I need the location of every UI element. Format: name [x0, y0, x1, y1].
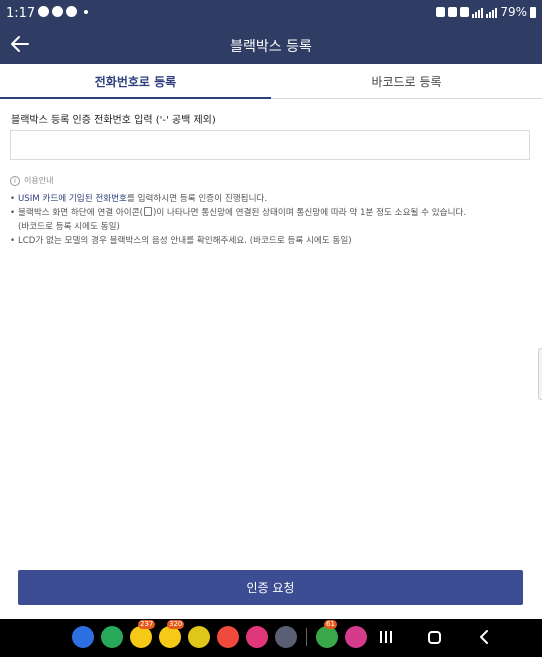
edge-panel-handle[interactable] — [538, 348, 542, 400]
phone-icon[interactable] — [101, 626, 123, 648]
flower-icon[interactable] — [246, 626, 268, 648]
notice-text: 를 입력하시면 등록 인증이 진행됩니다. — [126, 194, 268, 204]
calendar-icon[interactable]: 61 — [316, 620, 338, 648]
dock-divider — [306, 628, 307, 646]
notice-list: • USIM 카드에 기입된 전화번호를 입력하시면 등록 인증이 진행됩니다.… — [10, 192, 530, 248]
notification-icons — [38, 6, 88, 17]
page-title: 블랙박스 등록 — [230, 39, 312, 55]
tab-barcode[interactable]: 바코드로 등록 — [271, 64, 542, 98]
request-verification-button[interactable]: 인증 요청 — [18, 570, 523, 605]
chat-icon[interactable] — [188, 626, 210, 648]
signal-icon — [472, 7, 484, 18]
app-badge: 320 — [167, 620, 185, 629]
instagram-icon[interactable] — [345, 626, 367, 648]
more-notifications-icon — [84, 9, 88, 14]
notification-icon — [38, 6, 49, 17]
notice-highlight: USIM 카드에 기입된 전화번호 — [18, 194, 127, 204]
home-button[interactable] — [428, 631, 441, 644]
navigation-bar: 237 320 61 — [0, 619, 542, 657]
notice-heading: i 이용안내 — [10, 175, 53, 186]
bluetooth-icon — [448, 7, 458, 17]
apps-grid-icon[interactable] — [275, 626, 297, 648]
top-bar: 1:17 79% 블랙박스 등록 — [0, 0, 542, 64]
chat-notification-icon — [52, 6, 63, 17]
nav-back-icon[interactable] — [476, 629, 492, 645]
alarm-icon — [436, 7, 446, 17]
app-bar: 블랙박스 등록 — [0, 28, 542, 64]
app-screen: 1:17 79% 블랙박스 등록 전화번호로 등록 바코드로 등록 블랙박스 등… — [0, 0, 542, 657]
status-bar: 1:17 79% — [0, 0, 542, 28]
register-tabs: 전화번호로 등록 바코드로 등록 — [0, 64, 542, 99]
recent-apps-button[interactable] — [379, 631, 393, 643]
notice-subtext: (바코드로 등록 시에도 동일) — [18, 222, 120, 232]
notes-icon[interactable] — [217, 626, 239, 648]
tab-phone[interactable]: 전화번호로 등록 — [0, 64, 271, 99]
system-icons: 79% — [436, 5, 536, 19]
talk-icon-2[interactable]: 320 — [159, 620, 185, 648]
talk-icon[interactable]: 237 — [130, 620, 156, 648]
battery-icon — [530, 6, 536, 18]
battery-percent: 79% — [500, 5, 527, 19]
messages-icon[interactable] — [72, 626, 94, 648]
info-icon: i — [10, 175, 20, 186]
notice-text: )이 나타나면 통신망에 연결된 상태이며 통신망에 따라 약 1분 정도 소요… — [152, 208, 467, 218]
app-dock: 237 320 61 — [72, 620, 367, 648]
notice-heading-text: 이용안내 — [24, 176, 54, 185]
status-time: 1:17 — [6, 6, 36, 21]
app-badge: 237 — [138, 620, 156, 629]
soccer-icon — [66, 6, 77, 17]
signal-icon-2 — [486, 7, 498, 18]
notice-item: • USIM 카드에 기입된 전화번호를 입력하시면 등록 인증이 진행됩니다. — [10, 194, 268, 204]
notice-text: 블랙박스 화면 하단에 연결 아이콘( — [18, 208, 143, 218]
notice-item: • LCD가 없는 모델의 경우 블랙박스의 음성 안내를 확인해주세요. (바… — [10, 236, 352, 246]
app-badge: 61 — [324, 620, 337, 629]
location-icon — [460, 7, 470, 17]
notice-item: • 블랙박스 화면 하단에 연결 아이콘()이 나타나면 통신망에 연결된 상태… — [10, 207, 467, 232]
notice-text: LCD가 없는 모델의 경우 블랙박스의 음성 안내를 확인해주세요. (바코드… — [18, 236, 352, 246]
phone-number-input[interactable] — [10, 130, 530, 160]
connection-icon — [143, 207, 152, 216]
phone-field-label: 블랙박스 등록 인증 전화번호 입력 ('-' 공백 제외) — [11, 115, 216, 126]
